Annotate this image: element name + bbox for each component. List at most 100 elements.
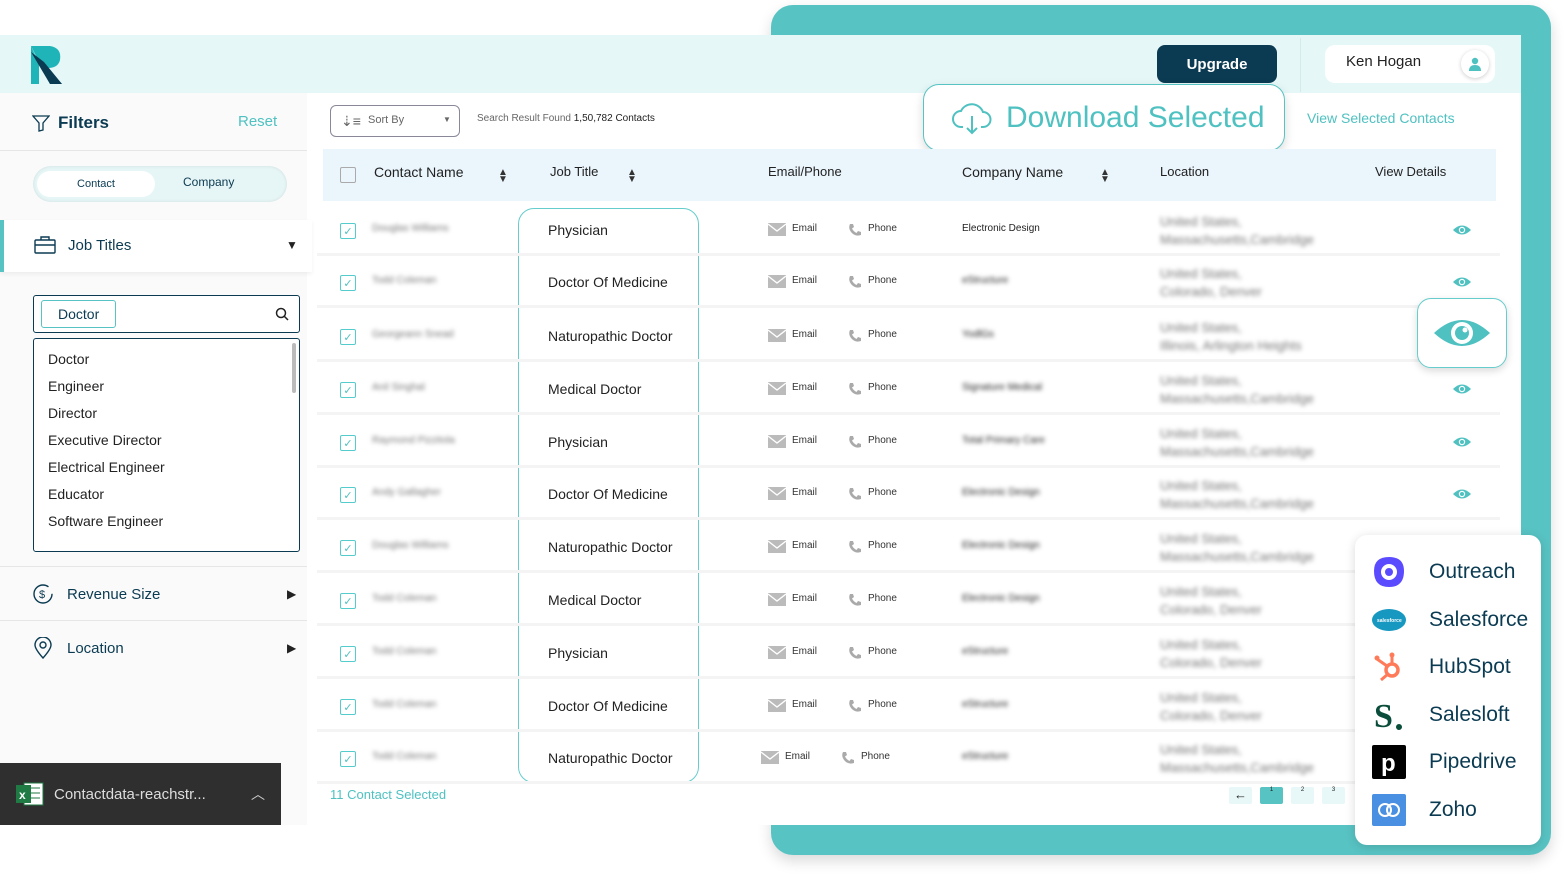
sort-icon[interactable]: ▲ ▼ [498, 168, 508, 185]
contact-name[interactable]: Todd Coleman [372, 593, 436, 604]
job-title: Doctor Of Medicine [548, 486, 668, 502]
dropdown-option[interactable]: Engineer [48, 378, 104, 394]
phone-label: Phone [868, 223, 897, 234]
header-job-title[interactable]: Job Title [550, 164, 598, 179]
row-checkbox[interactable]: ✓ [340, 382, 356, 398]
crm-name: Zoho [1429, 797, 1477, 821]
sort-icon[interactable]: ▲ ▼ [627, 168, 637, 185]
view-selected-contacts-link[interactable]: View Selected Contacts [1307, 110, 1455, 126]
crm-name: Salesloft [1429, 702, 1510, 726]
phone-button[interactable] [848, 487, 862, 504]
row-checkbox[interactable]: ✓ [340, 646, 356, 662]
location-line-2: Illinois, Arlington Heights [1160, 338, 1302, 353]
dropdown-option[interactable]: Software Engineer [48, 513, 163, 529]
revenue-size-section[interactable]: $ Revenue Size ▶ [32, 583, 297, 607]
phone-button[interactable] [848, 593, 862, 610]
header-company-name[interactable]: Company Name [962, 164, 1063, 180]
user-menu[interactable]: Ken Hogan [1325, 45, 1495, 83]
location-section[interactable]: Location ▶ [32, 637, 297, 661]
email-button[interactable] [767, 382, 787, 398]
page-button[interactable]: 2 [1291, 787, 1314, 804]
upgrade-button[interactable]: Upgrade [1157, 45, 1277, 83]
email-button[interactable] [767, 223, 787, 239]
row-checkbox[interactable]: ✓ [340, 593, 356, 609]
contact-name[interactable]: Georgeann Snead [372, 329, 454, 340]
phone-icon [849, 276, 861, 288]
view-details-button[interactable] [1452, 436, 1472, 451]
dropdown-option[interactable]: Executive Director [48, 432, 162, 448]
phone-button[interactable] [848, 646, 862, 663]
crm-item-zoho[interactable]: Zoho [1371, 792, 1477, 828]
download-filename[interactable]: Contactdata-reachstr... [54, 786, 241, 803]
reset-link[interactable]: Reset [238, 113, 277, 130]
row-checkbox[interactable]: ✓ [340, 751, 356, 767]
phone-button[interactable] [848, 540, 862, 557]
page-button[interactable]: 3 [1322, 787, 1345, 804]
email-button[interactable] [767, 329, 787, 345]
sort-icon[interactable]: ▲ ▼ [1100, 168, 1110, 185]
phone-button[interactable] [848, 699, 862, 716]
phone-button[interactable] [848, 223, 862, 240]
row-checkbox[interactable]: ✓ [340, 699, 356, 715]
contact-name[interactable]: Todd Coleman [372, 699, 436, 710]
sort-by-select[interactable]: ⇣≡ Sort By ▼ [330, 105, 460, 137]
row-checkbox[interactable]: ✓ [340, 435, 356, 451]
header-contact-name[interactable]: Contact Name [374, 164, 463, 180]
email-label: Email [792, 223, 818, 234]
dropdown-option[interactable]: Educator [48, 486, 104, 502]
email-button[interactable] [760, 751, 780, 767]
chevron-up-icon[interactable]: ︿ [251, 784, 265, 804]
phone-button[interactable] [848, 382, 862, 399]
phone-button[interactable] [841, 751, 855, 768]
row-checkbox[interactable]: ✓ [340, 540, 356, 556]
email-button[interactable] [767, 540, 787, 556]
row-checkbox[interactable]: ✓ [340, 329, 356, 345]
download-bar: x Contactdata-reachstr... ︿ [0, 763, 281, 825]
contact-name[interactable]: Douglas Williams [372, 223, 449, 234]
job-title-search-input[interactable]: Doctor [33, 295, 300, 333]
view-details-button[interactable] [1452, 488, 1472, 503]
page-button[interactable]: 1 [1260, 787, 1283, 804]
dropdown-option[interactable]: Director [48, 405, 97, 421]
search-chip[interactable]: Doctor [41, 300, 117, 328]
view-details-eye-button-enlarged[interactable] [1417, 298, 1507, 368]
phone-button[interactable] [848, 275, 862, 292]
crm-item-pipedrive[interactable]: p Pipedrive [1371, 744, 1517, 780]
contact-name[interactable]: Raymond Pizzitola [372, 435, 455, 446]
view-details-button[interactable] [1452, 383, 1472, 398]
dropdown-option[interactable]: Electrical Engineer [48, 459, 165, 475]
contact-name[interactable]: Todd Coleman [372, 646, 436, 657]
view-details-button[interactable] [1452, 224, 1472, 239]
email-button[interactable] [767, 435, 787, 451]
crm-item-salesloft[interactable]: S Salesloft [1371, 697, 1510, 733]
contact-name[interactable]: Todd Coleman [372, 751, 436, 762]
row-checkbox[interactable]: ✓ [340, 487, 356, 503]
crm-item-salesforce[interactable]: salesforce Salesforce [1371, 602, 1528, 638]
toggle-company[interactable]: Company [183, 175, 234, 189]
email-button[interactable] [767, 593, 787, 609]
contact-name[interactable]: Andy Gallagher [372, 487, 441, 498]
email-button[interactable] [767, 487, 787, 503]
crm-name: HubSpot [1429, 655, 1511, 678]
contact-name[interactable]: Todd Coleman [372, 275, 436, 286]
phone-button[interactable] [848, 329, 862, 346]
toggle-contact[interactable]: Contact [37, 171, 155, 197]
contact-name[interactable]: Anil Singhal [372, 382, 425, 393]
download-selected-button[interactable]: Download Selected [923, 84, 1285, 151]
select-all-checkbox[interactable] [340, 167, 356, 183]
dropdown-scrollbar[interactable] [292, 343, 296, 393]
search-icon[interactable] [275, 307, 289, 321]
dropdown-option[interactable]: Doctor [48, 351, 89, 367]
email-button[interactable] [767, 699, 787, 715]
row-checkbox[interactable]: ✓ [340, 223, 356, 239]
phone-button[interactable] [848, 435, 862, 452]
crm-item-hubspot[interactable]: HubSpot [1371, 649, 1511, 685]
crm-item-outreach[interactable]: Outreach [1371, 554, 1515, 590]
email-button[interactable] [767, 275, 787, 291]
contact-name[interactable]: Douglas Williams [372, 540, 449, 551]
view-details-button[interactable] [1452, 276, 1472, 291]
job-titles-section[interactable]: Job Titles ▼ [0, 220, 312, 272]
row-checkbox[interactable]: ✓ [340, 275, 356, 291]
email-button[interactable] [767, 646, 787, 662]
prev-page-button[interactable]: ← [1229, 787, 1252, 804]
